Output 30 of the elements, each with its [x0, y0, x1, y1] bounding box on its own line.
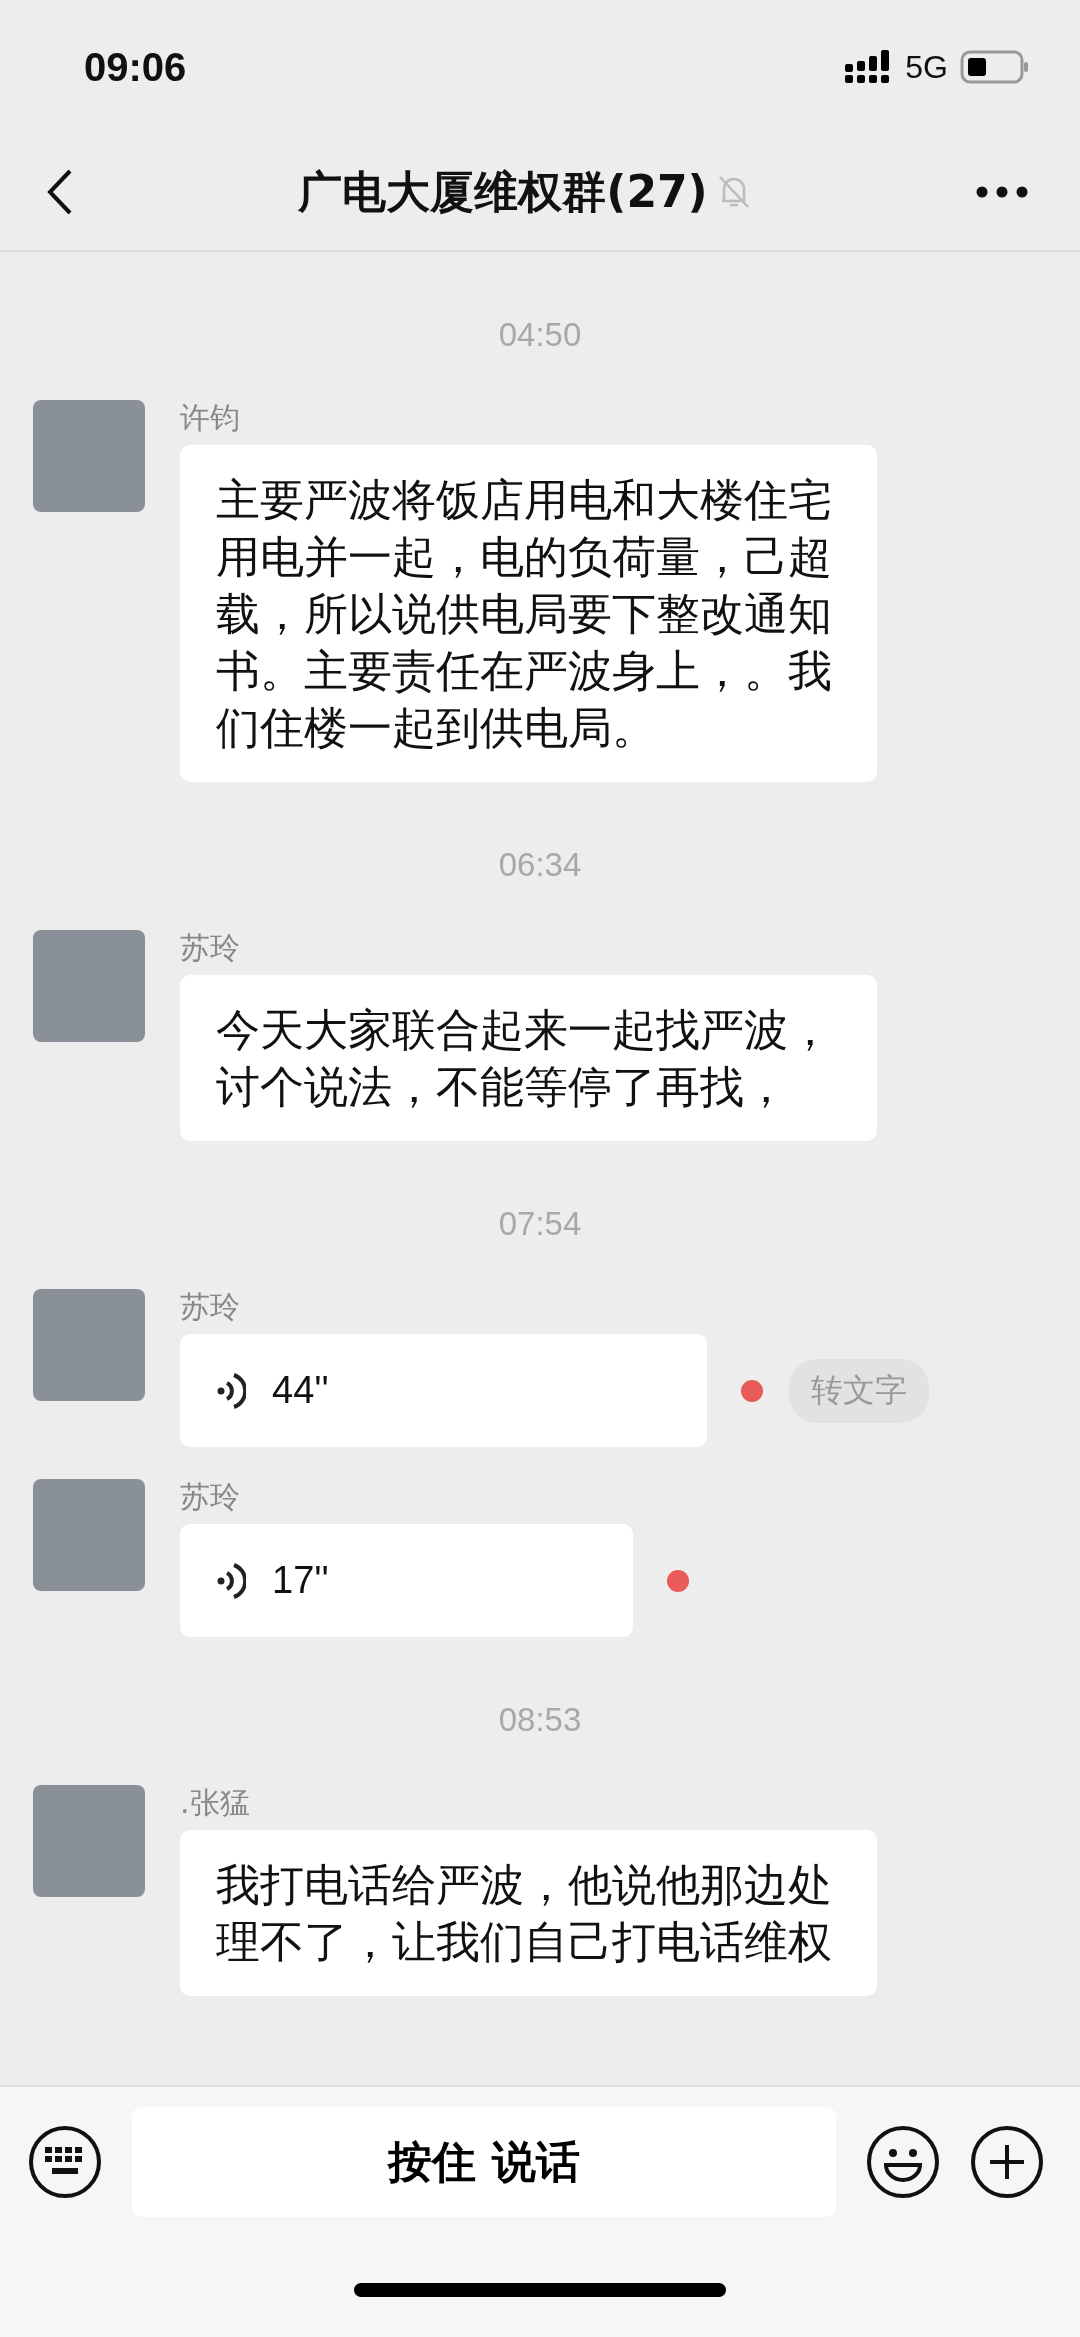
more-icon[interactable]: [976, 186, 1028, 198]
timestamp: 06:34: [498, 846, 582, 884]
sender-name: 苏玲: [180, 1478, 241, 1516]
sender-name: .张猛: [180, 1784, 251, 1822]
sender-name: 许钧: [180, 399, 241, 437]
sender-name: 苏玲: [180, 1288, 241, 1326]
battery-icon: [960, 50, 1030, 84]
chat-title: 广电大厦维权群(27): [298, 164, 708, 219]
avatar-photo[interactable]: [33, 400, 145, 512]
add-icon[interactable]: [970, 2125, 1044, 2199]
avatar-photo[interactable]: [33, 1785, 145, 1897]
avatar-photo[interactable]: [33, 1289, 145, 1401]
avatar-photo[interactable]: [33, 930, 145, 1042]
back-icon[interactable]: [46, 168, 74, 216]
home-indicator[interactable]: [354, 2283, 726, 2297]
timestamp: 04:50: [498, 316, 582, 354]
emoji-icon[interactable]: [866, 2125, 940, 2199]
keyboard-icon[interactable]: [28, 2125, 102, 2199]
status-time: 09:06: [84, 44, 187, 90]
message-bubble: 主要严波将饭店用电和大楼住宅用电并一起，电的负荷量，己超载，所以说供电局要下整改通知书。主要责任在严波身上，。我们住楼一起到供电局。: [180, 445, 877, 782]
avatar-photo[interactable]: [33, 1479, 145, 1591]
voice-message[interactable]: 44'': [180, 1334, 707, 1447]
hold-to-talk-button[interactable]: 按住 说话: [132, 2107, 836, 2217]
network-label: 5G: [905, 48, 948, 86]
sender-name: 苏玲: [180, 929, 241, 967]
voice-message[interactable]: 17'': [180, 1524, 633, 1637]
message-bubble: 我打电话给严波，他说他那边处理不了，让我们自己打电话维权: [180, 1830, 877, 1996]
timestamp: 08:53: [498, 1701, 582, 1739]
message-bubble: 今天大家联合起来一起找严波，讨个说法，不能等停了再找，: [180, 975, 877, 1141]
timestamp: 07:54: [498, 1205, 582, 1243]
